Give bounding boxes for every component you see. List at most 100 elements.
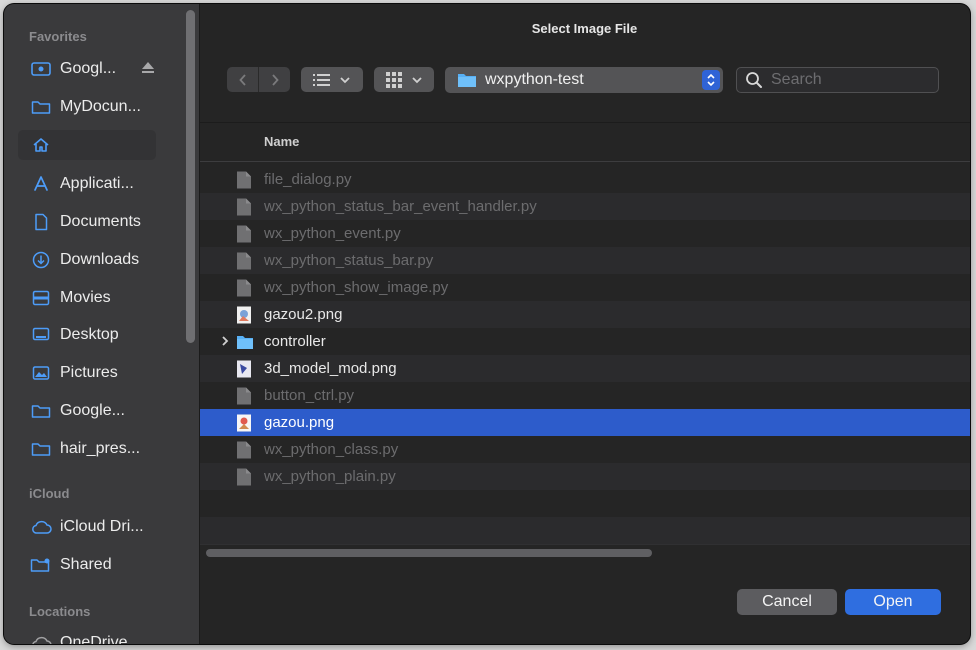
sidebar-item-downloads[interactable]: Downloads (18, 245, 156, 275)
folder-icon (237, 336, 253, 349)
sidebar-item-label: Documents (60, 213, 141, 230)
image-file-icon (237, 306, 251, 324)
chevron-down-icon (340, 76, 350, 83)
sidebar-section-favorites: Favorites (29, 29, 87, 44)
cancel-button[interactable]: Cancel (737, 589, 837, 615)
sidebar-item-label: OneDrive (60, 634, 128, 644)
search-icon (746, 72, 762, 88)
grid-view-icon (386, 71, 402, 88)
forward-button[interactable] (259, 67, 290, 92)
folder-row[interactable]: controller (200, 328, 970, 355)
sidebar-item-onedrive[interactable]: OneDrive (18, 628, 156, 644)
file-name: button_ctrl.py (264, 387, 355, 404)
file-name: wx_python_status_bar_event_handler.py (264, 198, 537, 215)
sidebar-item-desktop[interactable]: Desktop (18, 320, 156, 350)
drive-icon (30, 59, 52, 79)
search-field[interactable] (736, 67, 939, 93)
applications-icon (30, 174, 52, 194)
folder-icon (30, 97, 52, 117)
downloads-icon (30, 250, 52, 270)
movies-icon (30, 288, 52, 308)
python-file-icon (237, 387, 251, 405)
file-name: 3d_model_mod.png (264, 360, 397, 377)
file-name: wx_python_status_bar.py (264, 252, 434, 269)
path-popup[interactable]: wxpython-test (445, 67, 723, 93)
cloud-icon (30, 633, 52, 644)
eject-icon[interactable] (140, 61, 156, 80)
file-name: wx_python_plain.py (264, 468, 396, 485)
file-dialog-window: Favorites Googl... MyDocun... Applicati.… (4, 4, 970, 644)
window-title: Select Image File (531, 21, 638, 36)
group-by-button[interactable] (374, 67, 434, 92)
search-input[interactable] (769, 70, 933, 90)
file-name: wx_python_show_image.py (264, 279, 449, 296)
sidebar-item-label: Desktop (60, 326, 119, 343)
sidebar-section-locations: Locations (29, 604, 91, 619)
sidebar-item-label: Pictures (60, 364, 118, 381)
sidebar-item-label: MyDocun... (60, 98, 141, 115)
file-row[interactable]: wx_python_event.py (200, 220, 970, 247)
sidebar-item-movies[interactable]: Movies (18, 283, 156, 313)
chevron-down-icon (412, 76, 422, 83)
file-name: gazou.png (264, 414, 335, 431)
chevron-right-icon (271, 73, 279, 86)
sidebar-item-label: hair_pres... (60, 440, 141, 457)
sidebar-item-icloud-drive[interactable]: iCloud Dri... (18, 512, 156, 542)
back-button[interactable] (227, 67, 259, 92)
sidebar-item-google-drive[interactable]: Googl... (18, 54, 156, 84)
image-file-icon (237, 414, 251, 432)
file-row[interactable]: wx_python_status_bar_event_handler.py (200, 193, 970, 220)
file-name: wx_python_class.py (264, 441, 399, 458)
sidebar-item-label: Movies (60, 289, 111, 306)
sidebar-item-label: iCloud Dri... (60, 518, 144, 535)
horizontal-scrollbar[interactable] (200, 544, 970, 559)
desktop-icon (30, 325, 52, 345)
sidebar-item-home[interactable] (18, 130, 156, 160)
file-row[interactable]: gazou2.png (200, 301, 970, 328)
file-name: wx_python_event.py (264, 225, 401, 242)
sidebar-item-label: Shared (60, 556, 112, 573)
sidebar-item-pictures[interactable]: Pictures (18, 358, 156, 388)
sidebar-item-label: Google... (60, 402, 125, 419)
horizontal-scrollbar-thumb[interactable] (206, 549, 652, 557)
sidebar-item-shared[interactable]: Shared (18, 550, 156, 580)
empty-row (200, 517, 970, 544)
disclosure-triangle-icon[interactable] (220, 335, 230, 347)
python-file-icon (237, 171, 251, 189)
column-header-name[interactable]: Name (264, 134, 299, 149)
file-name: controller (264, 333, 326, 350)
path-label: wxpython-test (485, 71, 584, 88)
open-button[interactable]: Open (845, 589, 941, 615)
home-icon (30, 135, 52, 155)
document-icon (30, 212, 52, 232)
sidebar-item-label: Applicati... (60, 175, 134, 192)
file-row[interactable]: 3d_model_mod.png (200, 355, 970, 382)
file-row[interactable]: file_dialog.py (200, 166, 970, 193)
python-file-icon (237, 279, 251, 297)
file-row[interactable]: wx_python_plain.py (200, 463, 970, 490)
sidebar-item-documents[interactable]: Documents (18, 207, 156, 237)
sidebar-scrollbar[interactable] (186, 10, 195, 343)
file-row[interactable]: button_ctrl.py (200, 382, 970, 409)
sidebar-item-label: Downloads (60, 251, 140, 268)
python-file-icon (237, 225, 251, 243)
sidebar-item-applications[interactable]: Applicati... (18, 169, 156, 199)
file-row-selected[interactable]: gazou.png (200, 409, 970, 436)
list-view-icon (313, 73, 330, 86)
column-header[interactable]: Name (200, 122, 970, 162)
python-file-icon (237, 468, 251, 486)
file-row[interactable]: wx_python_class.py (200, 436, 970, 463)
folder-icon (30, 401, 52, 421)
chevron-left-icon (238, 73, 246, 86)
file-row[interactable]: wx_python_status_bar.py (200, 247, 970, 274)
sidebar-item-hair-pres[interactable]: hair_pres... (18, 434, 156, 464)
sidebar-item-mydocuments[interactable]: MyDocun... (18, 92, 156, 122)
python-file-icon (237, 252, 251, 270)
updown-chevron-icon (702, 70, 720, 90)
file-row[interactable]: wx_python_show_image.py (200, 274, 970, 301)
sidebar-item-google[interactable]: Google... (18, 396, 156, 426)
sidebar-item-label: Googl... (60, 60, 117, 77)
nav-back-forward-group (227, 67, 290, 92)
view-mode-button[interactable] (301, 67, 363, 92)
folder-icon (457, 72, 477, 88)
